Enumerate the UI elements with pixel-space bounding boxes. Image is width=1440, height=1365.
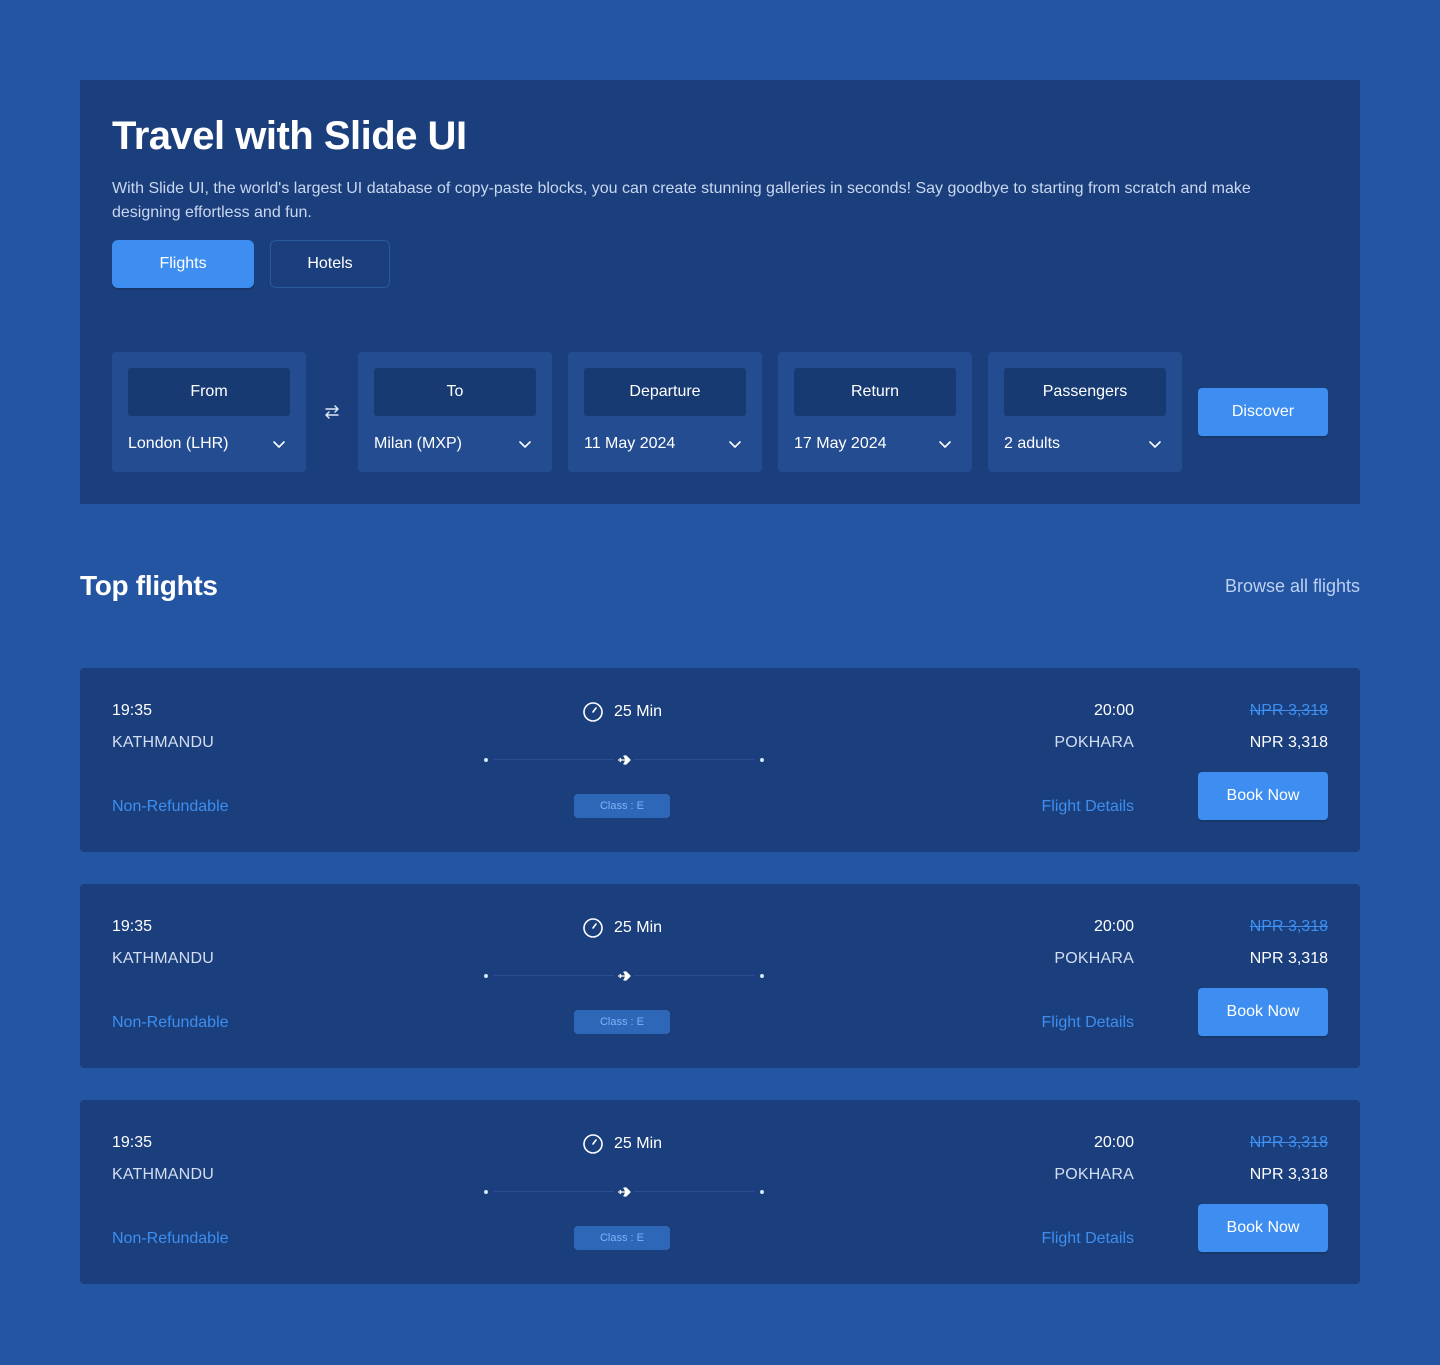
flight-card: 19:35 KATHMANDU Non-Refundable 25 Min Cl…	[80, 884, 1360, 1068]
chevron-down-icon	[1149, 441, 1161, 448]
departure-label: Departure	[584, 368, 746, 416]
plane-icon	[614, 750, 634, 770]
flight-duration: 25 Min	[582, 700, 662, 724]
departure-city: KATHMANDU	[112, 1166, 214, 1183]
hero-description: With Slide UI, the world's largest UI da…	[112, 180, 1251, 221]
origin-dot	[484, 758, 488, 762]
book-now-button[interactable]: Book Now	[1198, 1204, 1328, 1252]
clock-icon	[583, 918, 603, 938]
departure-time: 19:35	[112, 918, 153, 935]
swap-arrows-icon[interactable]	[320, 400, 344, 424]
arrival-time: 20:00	[1093, 702, 1134, 719]
departure-time: 19:35	[112, 1134, 153, 1151]
refund-status: Non-Refundable	[112, 798, 229, 815]
current-price: NPR 3,318	[1249, 1166, 1328, 1183]
return-select[interactable]: 17 May 2024	[794, 432, 956, 456]
duration-text: 25 Min	[614, 703, 663, 720]
arrival-time: 20:00	[1093, 1134, 1134, 1151]
class-badge: Class : E	[574, 1010, 670, 1034]
book-now-button[interactable]: Book Now	[1198, 988, 1328, 1036]
from-select[interactable]: London (LHR)	[128, 432, 290, 456]
arrival-city: POKHARA	[1054, 1166, 1134, 1183]
origin-dot	[484, 1190, 488, 1194]
return-value: 17 May 2024	[794, 435, 887, 452]
search-panel: Travel with Slide UI With Slide UI, the …	[80, 80, 1360, 504]
refund-status: Non-Refundable	[112, 1230, 229, 1247]
from-field: From London (LHR)	[112, 352, 306, 472]
book-now-button[interactable]: Book Now	[1198, 772, 1328, 820]
arrival-city: POKHARA	[1054, 950, 1134, 967]
to-field: To Milan (MXP)	[358, 352, 552, 472]
destination-dot	[760, 974, 764, 978]
passengers-label: Passengers	[1004, 368, 1166, 416]
flight-card: 19:35 KATHMANDU Non-Refundable 25 Min Cl…	[80, 668, 1360, 852]
destination-dot	[760, 1190, 764, 1194]
to-select[interactable]: Milan (MXP)	[374, 432, 536, 456]
departure-city: KATHMANDU	[112, 950, 214, 967]
plane-icon	[614, 966, 634, 986]
arrival-city: POKHARA	[1054, 734, 1134, 751]
chevron-down-icon	[519, 441, 531, 448]
duration-text: 25 Min	[614, 1135, 663, 1152]
route-line	[484, 1182, 764, 1202]
page-title: Travel with Slide UI	[112, 114, 467, 158]
arrival-time: 20:00	[1093, 918, 1134, 935]
chevron-down-icon	[273, 441, 285, 448]
departure-value: 11 May 2024	[584, 435, 676, 452]
flight-details-link[interactable]: Flight Details	[1042, 1230, 1134, 1248]
flight-duration: 25 Min	[582, 1132, 662, 1156]
plane-icon	[614, 1182, 634, 1202]
flight-details-link[interactable]: Flight Details	[1042, 1014, 1134, 1032]
tab-flights[interactable]: Flights	[112, 240, 254, 288]
original-price: NPR 3,318	[1249, 1134, 1328, 1151]
original-price: NPR 3,318	[1249, 702, 1328, 719]
browse-all-flights-link[interactable]: Browse all flights	[1225, 576, 1360, 597]
chevron-down-icon	[939, 441, 951, 448]
flight-card: 19:35 KATHMANDU Non-Refundable 25 Min Cl…	[80, 1100, 1360, 1284]
clock-icon	[583, 702, 603, 722]
section-title: Top flights	[80, 570, 218, 601]
passengers-select[interactable]: 2 adults	[1004, 432, 1166, 456]
duration-text: 25 Min	[614, 919, 663, 936]
discover-button[interactable]: Discover	[1198, 388, 1328, 436]
to-value: Milan (MXP)	[374, 435, 463, 452]
departure-city: KATHMANDU	[112, 734, 214, 751]
passengers-value: 2 adults	[1004, 435, 1061, 452]
departure-field: Departure 11 May 2024	[568, 352, 762, 472]
route-line	[484, 750, 764, 770]
current-price: NPR 3,318	[1249, 734, 1328, 751]
route-line	[484, 966, 764, 986]
return-label: Return	[794, 368, 956, 416]
origin-dot	[484, 974, 488, 978]
from-label: From	[128, 368, 290, 416]
return-field: Return 17 May 2024	[778, 352, 972, 472]
refund-status: Non-Refundable	[112, 1014, 229, 1031]
departure-time: 19:35	[112, 702, 153, 719]
departure-select[interactable]: 11 May 2024	[584, 432, 746, 456]
clock-icon	[583, 1134, 603, 1154]
passengers-field: Passengers 2 adults	[988, 352, 1182, 472]
tab-hotels[interactable]: Hotels	[270, 240, 390, 288]
class-badge: Class : E	[574, 794, 670, 818]
flight-details-link[interactable]: Flight Details	[1042, 798, 1134, 816]
class-badge: Class : E	[574, 1226, 670, 1250]
original-price: NPR 3,318	[1249, 918, 1328, 935]
destination-dot	[760, 758, 764, 762]
current-price: NPR 3,318	[1249, 950, 1328, 967]
flight-duration: 25 Min	[582, 916, 662, 940]
from-value: London (LHR)	[128, 435, 229, 452]
to-label: To	[374, 368, 536, 416]
chevron-down-icon	[729, 441, 741, 448]
